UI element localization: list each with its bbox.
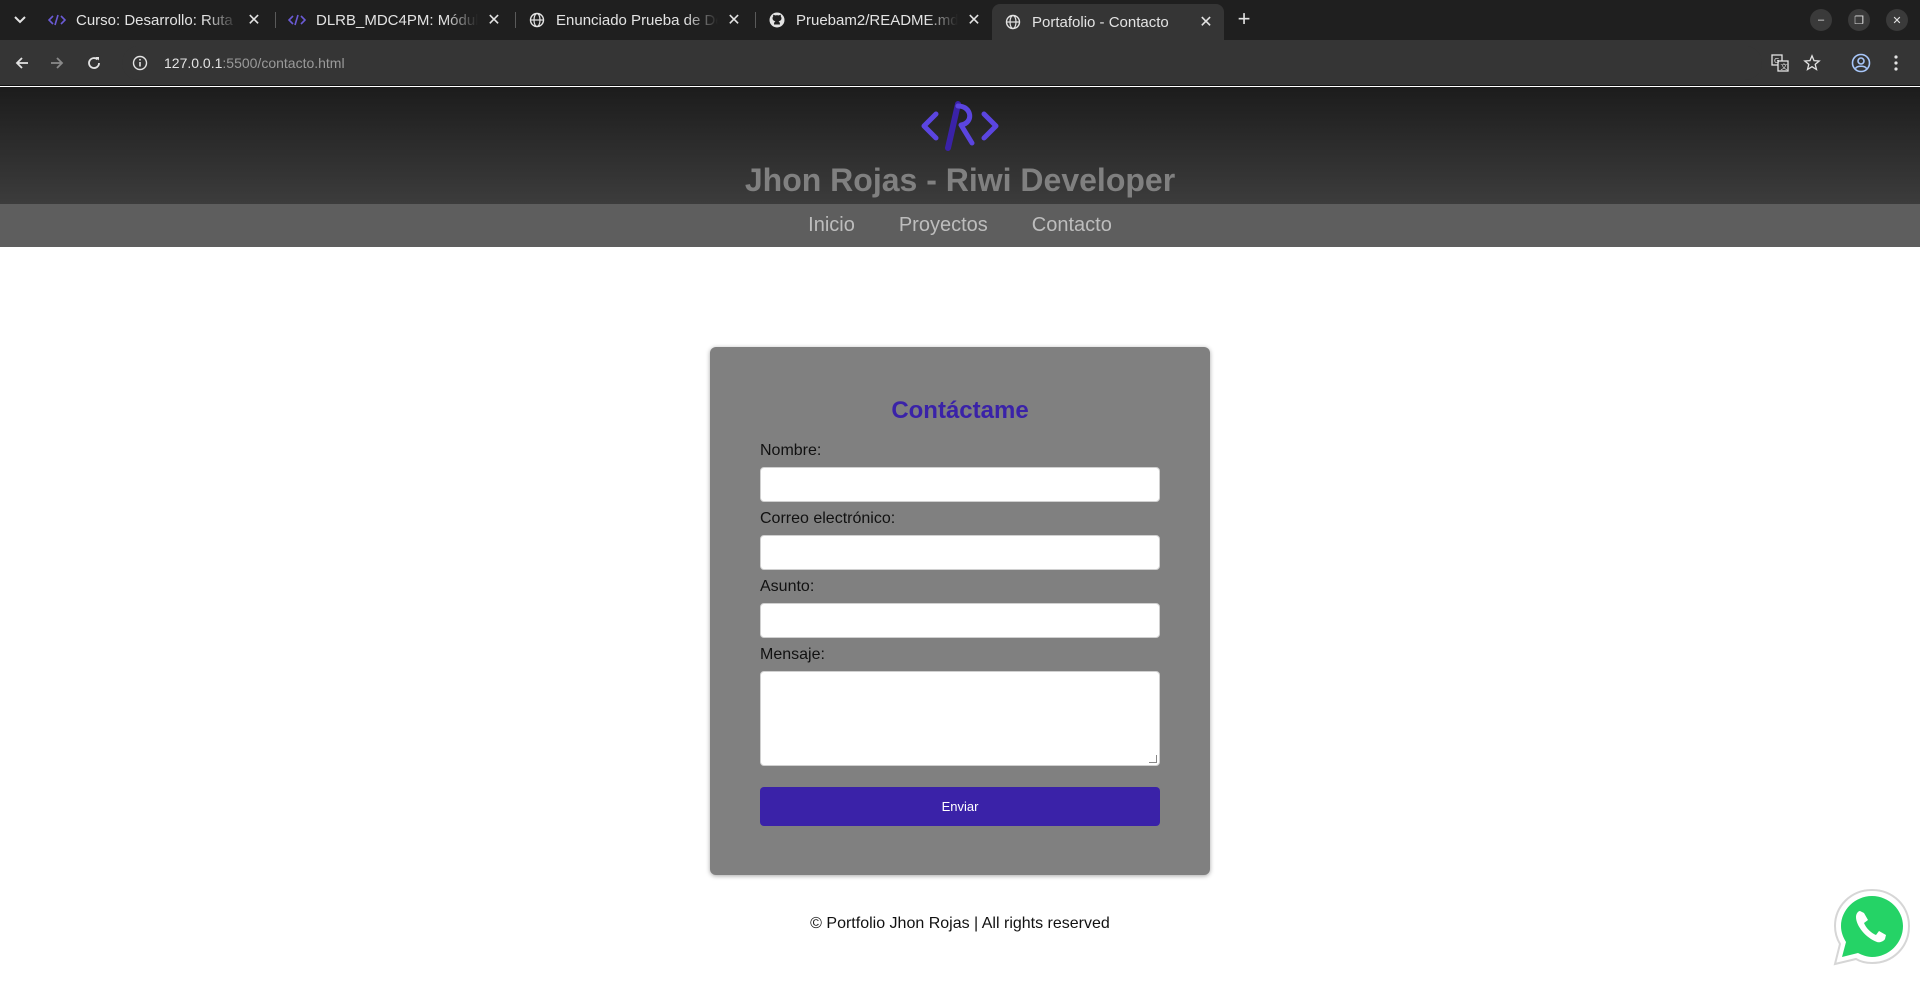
page-content: Jhon Rojas - Riwi Developer Inicio Proye…: [0, 87, 1920, 982]
new-tab-icon[interactable]: +: [1232, 6, 1256, 31]
close-tab-icon[interactable]: ✕: [724, 10, 744, 30]
browser-tab-4[interactable]: Pruebam2/README.md a ✕: [756, 5, 992, 35]
name-label: Nombre:: [760, 442, 822, 459]
browser-tab-active[interactable]: Portafolio - Contacto ✕: [992, 4, 1224, 40]
footer-copyright: © Portfolio Jhon Rojas | All rights rese…: [810, 915, 1110, 932]
browser-tabstrip: Curso: Desarrollo: Ruta b ✕ DLRB_MDC4PM:…: [0, 0, 1920, 40]
message-label: Mensaje:: [760, 646, 825, 663]
close-tab-icon[interactable]: ✕: [244, 10, 264, 30]
riwi-logo: [921, 101, 999, 151]
tab-title: Portafolio - Contacto: [1032, 13, 1169, 31]
close-window-icon[interactable]: ✕: [1886, 9, 1908, 31]
browser-tab-3[interactable]: Enunciado Prueba de De ✕: [516, 5, 752, 35]
github-icon: [768, 11, 786, 29]
back-arrow-icon[interactable]: [10, 51, 34, 75]
restore-window-icon[interactable]: ❐: [1848, 9, 1870, 31]
tab-search-chevron-icon[interactable]: [8, 9, 32, 31]
translate-icon[interactable]: G文: [1768, 51, 1792, 75]
minimize-window-icon[interactable]: –: [1810, 9, 1832, 31]
tab-title: Pruebam2/README.md a: [796, 11, 958, 29]
riwi-code-icon: [288, 11, 306, 29]
nav-link-proyectos[interactable]: Proyectos: [899, 214, 988, 237]
form-heading: Contáctame: [891, 397, 1029, 424]
browser-menu-icon[interactable]: [1884, 51, 1908, 75]
contact-form: Contáctame Nombre: Correo electrónico: A…: [710, 347, 1210, 875]
site-title: Jhon Rojas - Riwi Developer: [744, 162, 1176, 198]
tab-title: Enunciado Prueba de De: [556, 11, 718, 29]
message-textarea[interactable]: [760, 671, 1160, 766]
url-path: :5500/contacto.html: [222, 55, 345, 71]
browser-tab-1[interactable]: Curso: Desarrollo: Ruta b ✕: [36, 5, 272, 35]
site-nav: Inicio Proyectos Contacto: [0, 204, 1920, 247]
browser-tab-2[interactable]: DLRB_MDC4PM: Módulo ✕: [276, 5, 512, 35]
reload-icon[interactable]: [82, 51, 106, 75]
subject-input[interactable]: [760, 603, 1160, 638]
globe-icon: [1004, 13, 1022, 31]
bookmark-star-icon[interactable]: [1800, 51, 1824, 75]
nav-link-inicio[interactable]: Inicio: [808, 214, 855, 237]
url-host: 127.0.0.1: [164, 55, 223, 71]
browser-toolbar: 127.0.0.1:5500/contacto.html G文: [0, 40, 1920, 86]
name-input[interactable]: [760, 467, 1160, 502]
close-tab-icon[interactable]: ✕: [484, 10, 504, 30]
globe-icon: [528, 11, 546, 29]
riwi-code-icon: [48, 11, 66, 29]
site-info-icon[interactable]: [130, 53, 150, 73]
url-text: 127.0.0.1:5500/contacto.html: [164, 55, 345, 71]
email-input[interactable]: [760, 535, 1160, 570]
email-label: Correo electrónico:: [760, 510, 896, 527]
site-header: Jhon Rojas - Riwi Developer: [0, 87, 1920, 204]
submit-button[interactable]: Enviar: [760, 787, 1160, 826]
svg-text:文: 文: [1781, 62, 1788, 71]
address-bar[interactable]: 127.0.0.1:5500/contacto.html: [122, 46, 1762, 80]
whatsapp-icon[interactable]: [1828, 884, 1916, 972]
close-tab-icon[interactable]: ✕: [964, 10, 984, 30]
svg-text:G: G: [1774, 57, 1779, 65]
close-tab-icon[interactable]: ✕: [1196, 12, 1216, 32]
resize-handle-icon[interactable]: [1149, 755, 1157, 763]
tab-title: Curso: Desarrollo: Ruta b: [76, 11, 238, 29]
nav-link-contacto[interactable]: Contacto: [1032, 214, 1112, 237]
profile-avatar-icon[interactable]: [1849, 51, 1873, 75]
forward-arrow-icon[interactable]: [45, 51, 69, 75]
tab-title: DLRB_MDC4PM: Módulo: [316, 11, 478, 29]
subject-label: Asunto:: [760, 578, 815, 595]
